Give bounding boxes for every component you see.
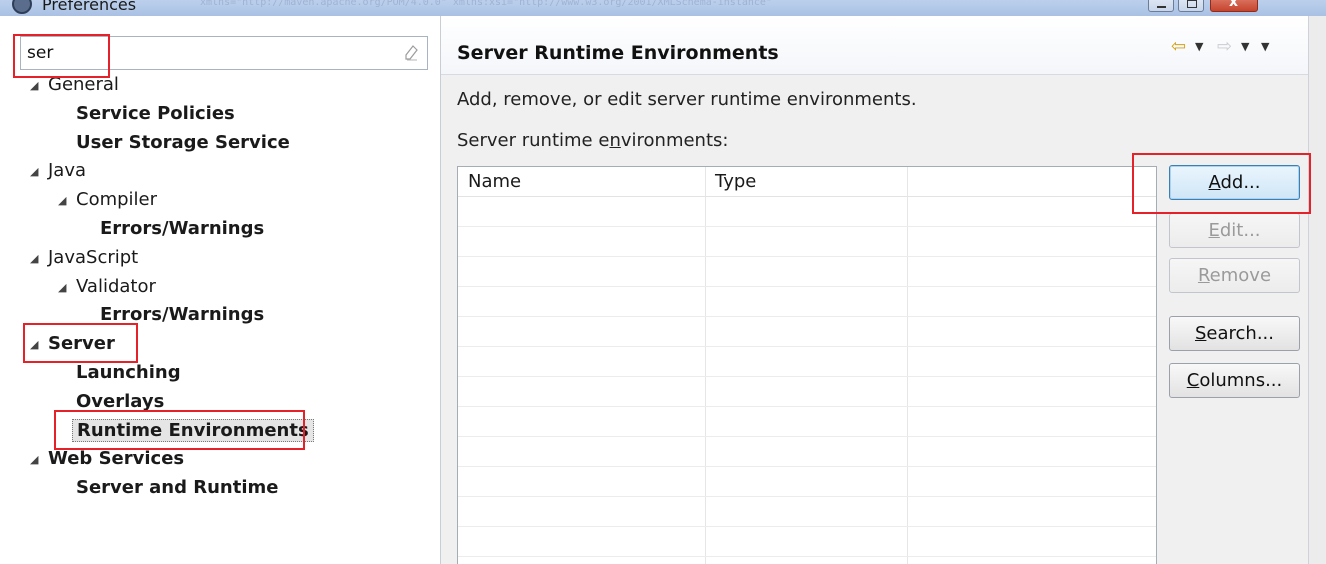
edit-button[interactable]: Edit...: [1169, 213, 1300, 248]
expand-triangle-icon[interactable]: ◢: [30, 245, 48, 273]
tree-item[interactable]: Runtime Environments: [72, 418, 314, 444]
maximize-button[interactable]: [1178, 0, 1204, 12]
table-row-line: [458, 496, 1156, 497]
table-row-line: [458, 466, 1156, 467]
background-window-text: xmlns="http://maven.apache.org/POM/4.0.0…: [200, 0, 772, 8]
table-label-mnemonic: n: [609, 130, 621, 151]
tree-item[interactable]: Service Policies: [76, 101, 235, 127]
tree-item-label: Runtime Environments: [72, 418, 314, 442]
preference-page: Server Runtime Environments ⇦ ▼ ⇨ ▼ ▼ Ad…: [441, 16, 1326, 564]
forward-arrow-icon[interactable]: ⇨: [1217, 36, 1232, 57]
table-row-line: [458, 436, 1156, 437]
tree-item-label: Launching: [76, 362, 181, 383]
vertical-scrollbar[interactable]: [1308, 16, 1326, 564]
table-row-line: [458, 316, 1156, 317]
table-row-line: [458, 526, 1156, 527]
table-row-line: [458, 556, 1156, 557]
tree-item[interactable]: ◢ Compiler: [58, 187, 157, 213]
page-description: Add, remove, or edit server runtime envi…: [457, 89, 917, 110]
clear-filter-icon[interactable]: [404, 45, 418, 61]
tree-item-label: User Storage Service: [76, 131, 290, 153]
column-header-type[interactable]: Type: [705, 167, 907, 196]
table-label-text: Server runtime e: [457, 130, 610, 151]
close-button[interactable]: x: [1210, 0, 1258, 12]
history-navigation: ⇦ ▼ ⇨ ▼ ▼: [1171, 36, 1301, 58]
runtime-environments-table[interactable]: Name Type: [457, 166, 1157, 564]
table-label: Server runtime environments:: [457, 130, 728, 151]
preferences-app-icon: [12, 0, 32, 14]
tree-item[interactable]: Launching: [76, 360, 181, 386]
column-header-name[interactable]: Name: [458, 167, 705, 196]
table-row-line: [458, 406, 1156, 407]
close-icon: x: [1229, 0, 1239, 10]
tree-item[interactable]: ◢ General: [30, 72, 119, 98]
table-header: Name Type: [458, 167, 1156, 197]
expand-triangle-icon[interactable]: ◢: [30, 72, 48, 100]
remove-button[interactable]: Remove: [1169, 258, 1300, 293]
table-row-line: [458, 376, 1156, 377]
filter-input[interactable]: [27, 42, 397, 64]
back-arrow-icon[interactable]: ⇦: [1171, 36, 1186, 57]
tree-item[interactable]: User Storage Service: [76, 130, 290, 156]
tree-item[interactable]: Server and Runtime: [76, 475, 278, 501]
page-header: Server Runtime Environments ⇦ ▼ ⇨ ▼ ▼: [441, 16, 1308, 75]
tree-item-label: General: [48, 74, 119, 95]
add-button[interactable]: Add...: [1169, 165, 1300, 200]
expand-triangle-icon[interactable]: ◢: [58, 274, 76, 302]
tree-item-label: Overlays: [76, 390, 165, 412]
tree-item-label: Web Services: [48, 448, 185, 470]
preference-tree-pane: ◢GeneralService PoliciesUser Storage Ser…: [0, 16, 440, 564]
page-title: Server Runtime Environments: [457, 42, 779, 64]
table-row-line: [458, 226, 1156, 227]
window-titlebar: xmlns="http://maven.apache.org/POM/4.0.0…: [0, 0, 1326, 16]
tree-item-label: JavaScript: [48, 246, 139, 268]
table-row-line: [458, 346, 1156, 347]
expand-triangle-icon[interactable]: ◢: [58, 187, 76, 215]
tree-item-label: Java: [48, 160, 87, 182]
tree-item[interactable]: Overlays: [76, 389, 164, 415]
tree-item-label: Service Policies: [76, 102, 235, 124]
expand-triangle-icon[interactable]: ◢: [30, 158, 48, 186]
tree-item-label: Errors/Warnings: [100, 304, 265, 326]
tree-item[interactable]: ◢ Server: [30, 331, 115, 357]
table-row-line: [458, 256, 1156, 257]
tree-item[interactable]: Errors/Warnings: [100, 216, 264, 242]
window-title: Preferences: [42, 0, 137, 14]
table-label-text-end: vironments:: [620, 130, 729, 151]
tree-item-label: Server: [48, 333, 115, 355]
tree-item-label: Compiler: [76, 189, 158, 211]
tree-item-label: Errors/Warnings: [100, 218, 265, 239]
tree-item-label: Validator: [76, 275, 156, 297]
column-header-extra[interactable]: [907, 167, 1156, 196]
tree-item[interactable]: ◢ JavaScript: [30, 245, 138, 271]
view-menu-caret-icon[interactable]: ▼: [1261, 40, 1269, 53]
expand-triangle-icon[interactable]: ◢: [30, 331, 48, 359]
tree-item[interactable]: ◢ Web Services: [30, 446, 184, 472]
search-button[interactable]: Search...: [1169, 316, 1300, 351]
expand-triangle-icon[interactable]: ◢: [30, 446, 48, 474]
table-row-line: [458, 286, 1156, 287]
columns-button[interactable]: Columns...: [1169, 363, 1300, 398]
back-menu-caret-icon[interactable]: ▼: [1195, 40, 1203, 53]
tree-item[interactable]: ◢ Validator: [58, 274, 156, 300]
minimize-button[interactable]: [1148, 0, 1174, 12]
tree-item-label: Server and Runtime: [76, 477, 279, 499]
tree-item[interactable]: ◢ Java: [30, 158, 86, 184]
forward-menu-caret-icon[interactable]: ▼: [1241, 40, 1249, 53]
filter-box[interactable]: [20, 36, 428, 70]
tree-item[interactable]: Errors/Warnings: [100, 302, 264, 328]
